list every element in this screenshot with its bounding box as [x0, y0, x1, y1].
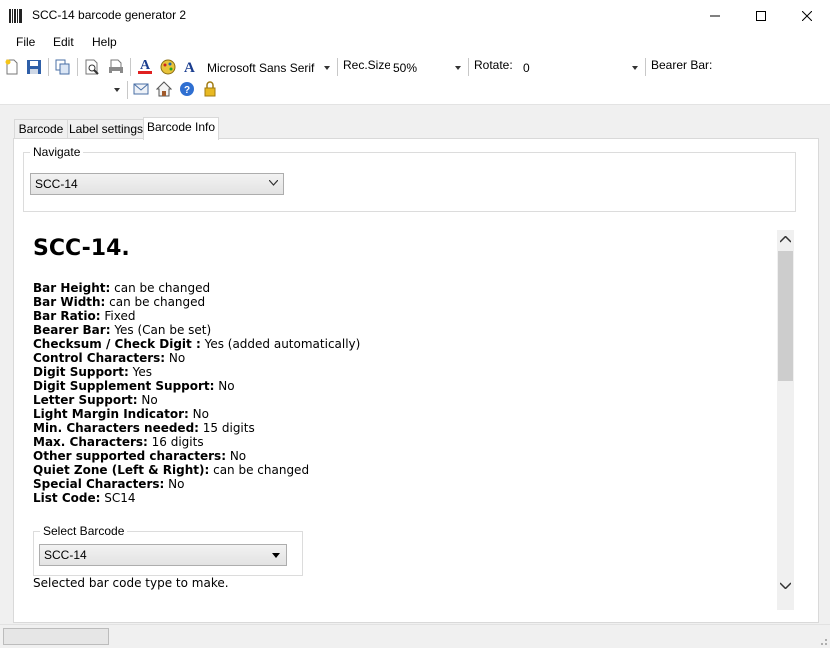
email-icon[interactable] [133, 81, 149, 97]
tab-label-settings[interactable]: Label settings [67, 119, 145, 139]
font-color-icon[interactable]: A [137, 58, 153, 74]
property-row: Bar Width: can be changed [33, 295, 206, 309]
font-icon[interactable]: A [182, 58, 198, 74]
scrollbar-thumb[interactable] [778, 251, 793, 381]
menu-help[interactable]: Help [92, 35, 117, 49]
menu-edit[interactable]: Edit [53, 35, 74, 49]
minimize-button[interactable] [692, 0, 738, 31]
maximize-icon [756, 10, 766, 21]
tab-barcode[interactable]: Barcode [14, 119, 68, 139]
bearer-bar-label: Bearer Bar: [651, 58, 713, 72]
navigate-select[interactable]: SCC-14 [30, 173, 284, 195]
home-icon[interactable] [156, 81, 172, 97]
color-palette-icon[interactable] [160, 59, 176, 75]
select-barcode-dropdown[interactable]: SCC-14 [39, 544, 287, 566]
barcode-info-content: SCC-14. Bar Height: can be changed Bar W… [20, 216, 770, 612]
chevron-down-icon [632, 66, 638, 70]
tab-barcode-info[interactable]: Barcode Info [143, 117, 219, 140]
recsize-label: Rec.Size [343, 58, 392, 72]
lock-icon[interactable] [202, 81, 218, 97]
navigate-group: Navigate SCC-14 [23, 145, 796, 212]
property-row: Quiet Zone (Left & Right): can be change… [33, 463, 310, 477]
window-title: SCC-14 barcode generator 2 [32, 8, 187, 22]
minimize-icon [710, 15, 720, 16]
property-row: Other supported characters: No [33, 449, 247, 463]
chevron-down-icon [455, 66, 461, 70]
scroll-down-icon [780, 582, 791, 589]
property-row: Bar Ratio: Fixed [33, 309, 136, 323]
property-row: Special Characters: No [33, 477, 185, 491]
property-row: Light Margin Indicator: No [33, 407, 209, 421]
svg-text:A: A [184, 60, 195, 74]
rotate-combo[interactable]: 0 [520, 58, 642, 78]
rotate-label: Rotate: [474, 58, 513, 72]
property-list: Bar Height: can be changed Bar Width: ca… [33, 281, 360, 505]
property-row: Control Characters: No [33, 351, 186, 365]
property-row: Bearer Bar: Yes (Can be set) [33, 323, 212, 337]
recsize-value: 50% [393, 61, 418, 75]
barcode-heading: SCC-14. [33, 236, 130, 261]
status-bar [0, 624, 830, 648]
save-icon[interactable] [26, 59, 42, 75]
progress-bar [3, 628, 109, 645]
property-row: Digit Support: Yes [33, 365, 152, 379]
bearer-bar-combo[interactable] [2, 80, 124, 100]
property-row: Digit Supplement Support: No [33, 379, 235, 393]
title-bar: SCC-14 barcode generator 2 [0, 0, 830, 31]
font-name-value: Microsoft Sans Serif [207, 61, 315, 75]
vertical-scrollbar[interactable] [777, 230, 794, 610]
select-barcode-legend: Select Barcode [40, 524, 128, 538]
help-icon[interactable]: ? [179, 81, 195, 97]
select-barcode-group: Select Barcode SCC-14 [33, 524, 303, 576]
property-row: Checksum / Check Digit : Yes (added auto… [33, 337, 361, 351]
property-row: Max. Characters: 16 digits [33, 435, 204, 449]
resize-grip-icon[interactable] [818, 636, 828, 646]
select-barcode-value: SCC-14 [44, 548, 87, 562]
new-file-icon[interactable] [4, 59, 20, 75]
property-row: List Code: SC14 [33, 491, 136, 505]
font-name-combo[interactable]: Microsoft Sans Serif [204, 58, 334, 78]
recsize-combo[interactable]: 50% [390, 58, 465, 78]
chevron-down-icon [324, 66, 330, 70]
navigate-legend: Navigate [30, 145, 84, 159]
print-icon[interactable] [108, 59, 124, 75]
property-row: Letter Support: No [33, 393, 158, 407]
close-button[interactable] [784, 0, 830, 31]
barcode-app-icon [8, 8, 24, 24]
copy-icon[interactable] [55, 59, 71, 75]
scroll-up-icon [780, 236, 791, 243]
property-row: Min. Characters needed: 15 digits [33, 421, 255, 435]
rotate-value: 0 [523, 61, 530, 75]
chevron-down-icon [269, 180, 278, 186]
svg-text:?: ? [184, 85, 190, 96]
toolbar: A A Microsoft Sans Serif Rec.Size 50% Ro… [0, 53, 830, 105]
maximize-button[interactable] [738, 0, 784, 31]
chevron-down-icon [272, 553, 280, 558]
navigate-select-value: SCC-14 [35, 177, 78, 191]
svg-text:A: A [140, 58, 151, 73]
print-preview-icon[interactable] [84, 59, 100, 75]
property-row: Bar Height: can be changed [33, 281, 211, 295]
menu-bar: File Edit Help [0, 31, 830, 53]
select-caption: Selected bar code type to make. [33, 576, 229, 590]
close-icon [802, 10, 812, 21]
menu-file[interactable]: File [16, 35, 35, 49]
chevron-down-icon [114, 88, 120, 92]
